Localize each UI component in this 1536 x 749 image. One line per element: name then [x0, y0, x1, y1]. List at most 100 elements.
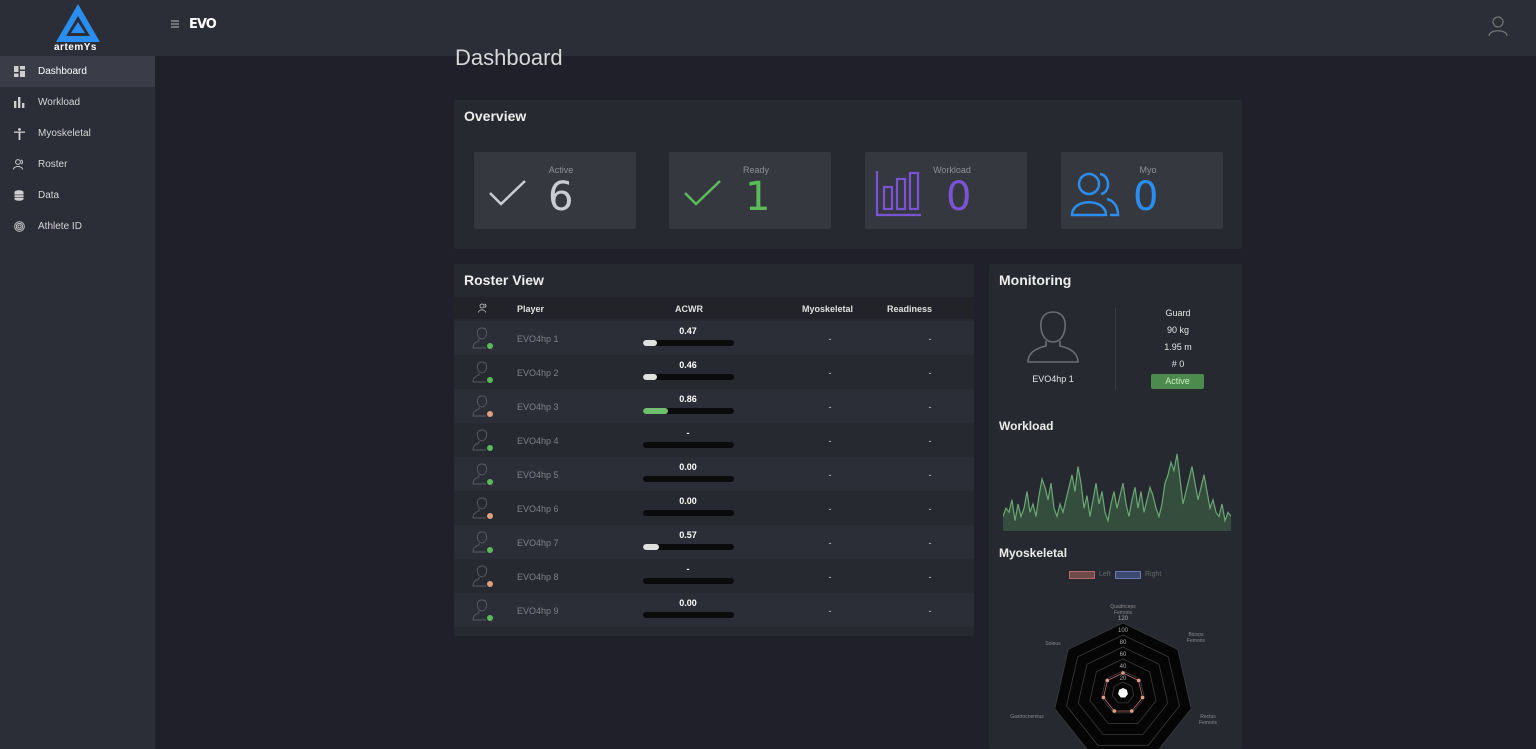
player-avatar-icon [1027, 311, 1079, 363]
legend-swatch-right [1115, 571, 1141, 579]
readiness-value: - [928, 606, 932, 616]
brand-logo[interactable]: EVO [189, 17, 217, 32]
sidebar-item-label: Workload [38, 97, 81, 108]
radar-point [1140, 695, 1145, 700]
hamburger-icon[interactable] [170, 19, 180, 29]
player-position: Guard [1165, 308, 1191, 318]
active-stat[interactable]: Active 6 [474, 152, 636, 229]
status-dot [487, 411, 493, 417]
acwr-bar [643, 408, 734, 414]
myoskeletal-value: - [828, 334, 832, 344]
player-name[interactable]: EVO4hp 5 [517, 470, 559, 480]
status-dot [487, 479, 493, 485]
sidebar-item-data[interactable]: Data [0, 180, 155, 211]
divider [1115, 308, 1116, 390]
table-row[interactable]: EVO4hp 4 - - - [454, 423, 974, 457]
user-account-icon[interactable] [1486, 14, 1510, 38]
bar-chart-icon [13, 97, 25, 109]
column-header-myoskeletal[interactable]: Myoskeletal [802, 304, 853, 314]
monitoring-title: Monitoring [999, 272, 1072, 288]
logo-text: artemYs [54, 42, 97, 53]
myoskeletal-value: - [828, 436, 832, 446]
ready-stat[interactable]: Ready 1 [669, 152, 831, 229]
top-bar: artemYs EVO [0, 0, 1536, 56]
workload-chart [1003, 453, 1231, 531]
myoskeletal-radar-chart [1055, 622, 1191, 749]
myoskeletal-value: - [828, 504, 832, 514]
acwr-value: 0.86 [679, 394, 697, 404]
player-name[interactable]: EVO4hp 9 [517, 606, 559, 616]
table-row[interactable]: EVO4hp 3 0.86 - - [454, 389, 974, 423]
sidebar-item-dashboard[interactable]: Dashboard [0, 56, 155, 87]
radar-point [1121, 671, 1125, 675]
table-row[interactable]: EVO4hp 5 0.00 - - [454, 457, 974, 491]
workload-stat[interactable]: Workload 0 [865, 152, 1027, 229]
acwr-bar [643, 544, 734, 550]
acwr-bar-fill [643, 340, 657, 346]
radar-point [1112, 709, 1117, 713]
player-name[interactable]: EVO4hp 2 [517, 368, 559, 378]
myoskeletal-value: - [828, 470, 832, 480]
sidebar-item-label: Dashboard [38, 66, 87, 77]
status-dot [487, 377, 493, 383]
player-name[interactable]: EVO4hp 1 [517, 334, 559, 344]
player-number: # 0 [1171, 359, 1185, 369]
myoskeletal-value: - [828, 538, 832, 548]
sidebar-item-athlete-id[interactable]: Athlete ID [0, 211, 155, 242]
status-dot [487, 343, 493, 349]
player-name[interactable]: EVO4hp 6 [517, 504, 559, 514]
player-avatar-icon [472, 463, 493, 485]
radar-tick-label: 60 [1119, 652, 1127, 658]
radar-axis-label: Rectus Femoris [1198, 714, 1218, 726]
table-row[interactable]: EVO4hp 8 - - - [454, 559, 974, 593]
readiness-value: - [928, 470, 932, 480]
acwr-value: 0.46 [679, 360, 697, 370]
sidebar-item-roster[interactable]: Roster [0, 149, 155, 180]
radar-tick-label: 40 [1119, 664, 1127, 670]
column-header-readiness[interactable]: Readiness [887, 304, 932, 314]
stat-value: 0 [946, 174, 972, 220]
sidebar-item-label: Athlete ID [38, 221, 82, 232]
database-icon [13, 190, 25, 202]
myo-stat[interactable]: Myo 0 [1061, 152, 1223, 229]
player-name[interactable]: EVO4hp 3 [517, 402, 559, 412]
status-dot [487, 615, 493, 621]
player-weight: 90 kg [1166, 325, 1190, 335]
readiness-value: - [928, 402, 932, 412]
acwr-value: 0.00 [679, 496, 697, 506]
radar-tick-label: 100 [1117, 628, 1128, 634]
column-header-player[interactable]: Player [517, 304, 544, 314]
readiness-value: - [928, 504, 932, 514]
acwr-bar-fill [643, 408, 668, 414]
table-row[interactable]: EVO4hp 7 0.57 - - [454, 525, 974, 559]
monitoring-card: Monitoring EVO4hp 1 Guard 90 kg 1.95 m #… [989, 264, 1242, 749]
myoskeletal-value: - [828, 402, 832, 412]
legend-label-right: Right [1145, 571, 1162, 578]
bar-chart-icon [875, 171, 921, 217]
radar-point [1101, 695, 1106, 700]
acwr-value: - [686, 428, 690, 438]
body-icon [13, 127, 25, 140]
column-header-acwr[interactable]: ACWR [675, 304, 703, 314]
check-icon [489, 180, 526, 206]
legend-swatch-left [1069, 571, 1095, 579]
radar-point [1136, 678, 1141, 683]
acwr-bar [643, 510, 734, 516]
table-row[interactable]: EVO4hp 9 0.00 - - [454, 593, 974, 627]
table-row[interactable]: EVO4hp 6 0.00 - - [454, 491, 974, 525]
status-dot [487, 513, 493, 519]
table-row[interactable]: EVO4hp 1 0.47 - - [454, 321, 974, 355]
table-row[interactable]: EVO4hp 2 0.46 - - [454, 355, 974, 389]
player-name[interactable]: EVO4hp 4 [517, 436, 559, 446]
fingerprint-icon [13, 221, 25, 233]
acwr-bar-fill [643, 544, 660, 550]
acwr-value: 0.00 [679, 462, 697, 472]
player-name[interactable]: EVO4hp 8 [517, 572, 559, 582]
users-icon [13, 159, 25, 171]
readiness-value: - [928, 572, 932, 582]
sidebar-item-myoskeletal[interactable]: Myoskeletal [0, 118, 155, 149]
player-name[interactable]: EVO4hp 7 [517, 538, 559, 548]
sidebar-item-workload[interactable]: Workload [0, 87, 155, 118]
legend-label-left: Left [1099, 571, 1111, 578]
player-avatar-icon [472, 327, 493, 349]
